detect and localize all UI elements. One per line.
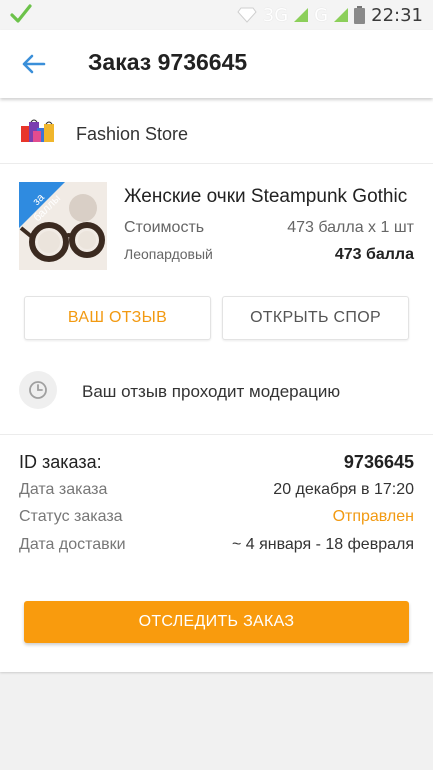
variant-row: Леопардовый 473 балла bbox=[124, 246, 414, 264]
delivery-date-row: Дата доставки ~ 4 января - 18 февраля bbox=[19, 536, 414, 554]
order-date-value: 20 декабря в 17:20 bbox=[273, 481, 414, 498]
order-status-value: Отправлен bbox=[332, 508, 414, 525]
store-row[interactable]: Fashion Store bbox=[0, 98, 433, 164]
signal-icon-2 bbox=[334, 8, 349, 22]
review-button[interactable]: ВАШ ОТЗЫВ bbox=[24, 296, 211, 340]
product-name[interactable]: Женские очки Steampunk Gothic bbox=[124, 186, 414, 208]
order-id-row: ID заказа: 9736645 bbox=[19, 452, 414, 473]
price-row: Стоимость 473 балла x 1 шт bbox=[124, 219, 414, 237]
track-order-button[interactable]: ОТСЛЕДИТЬ ЗАКАЗ bbox=[24, 601, 409, 643]
order-date-row: Дата заказа 20 декабря в 17:20 bbox=[19, 481, 414, 499]
signal-icon bbox=[294, 8, 309, 22]
clock: 22:31 bbox=[371, 4, 423, 26]
order-date-label: Дата заказа bbox=[19, 481, 108, 498]
store-logo-icon bbox=[21, 119, 54, 142]
moderation-message: Ваш отзыв проходит модерацию bbox=[82, 382, 341, 401]
app-bar: Заказ 9736645 bbox=[0, 30, 433, 98]
order-card: Fashion Store за баллы Женские очки Stea… bbox=[0, 98, 433, 672]
store-name: Fashion Store bbox=[76, 124, 189, 144]
diamond-icon bbox=[237, 7, 257, 23]
total-value: 473 балла bbox=[334, 246, 414, 263]
order-status-label: Статус заказа bbox=[19, 508, 123, 525]
back-arrow-icon[interactable] bbox=[18, 49, 48, 79]
open-dispute-button[interactable]: ОТКРЫТЬ СПОР bbox=[222, 296, 409, 340]
network-3g-label: 3G bbox=[262, 4, 289, 26]
clock-icon bbox=[19, 371, 57, 409]
check-notification-icon bbox=[10, 4, 32, 23]
variant-label: Леопардовый bbox=[124, 246, 213, 262]
price-label: Стоимость bbox=[124, 219, 205, 236]
network-g-label: G bbox=[314, 4, 329, 26]
status-indicators: 3G G 22:31 bbox=[237, 0, 433, 30]
divider bbox=[0, 434, 433, 435]
delivery-date-value: ~ 4 января - 18 февраля bbox=[231, 536, 414, 553]
product-image[interactable]: за баллы bbox=[19, 182, 107, 270]
price-value: 473 балла x 1 шт bbox=[287, 219, 414, 236]
order-id-value: 9736645 bbox=[343, 452, 414, 472]
page-title: Заказ 9736645 bbox=[88, 49, 248, 75]
order-status-row: Статус заказа Отправлен bbox=[19, 508, 414, 526]
delivery-date-label: Дата доставки bbox=[19, 536, 126, 553]
status-bar: 3G G 22:31 bbox=[0, 0, 433, 30]
order-id-label: ID заказа: bbox=[19, 452, 102, 472]
battery-icon bbox=[354, 6, 366, 24]
